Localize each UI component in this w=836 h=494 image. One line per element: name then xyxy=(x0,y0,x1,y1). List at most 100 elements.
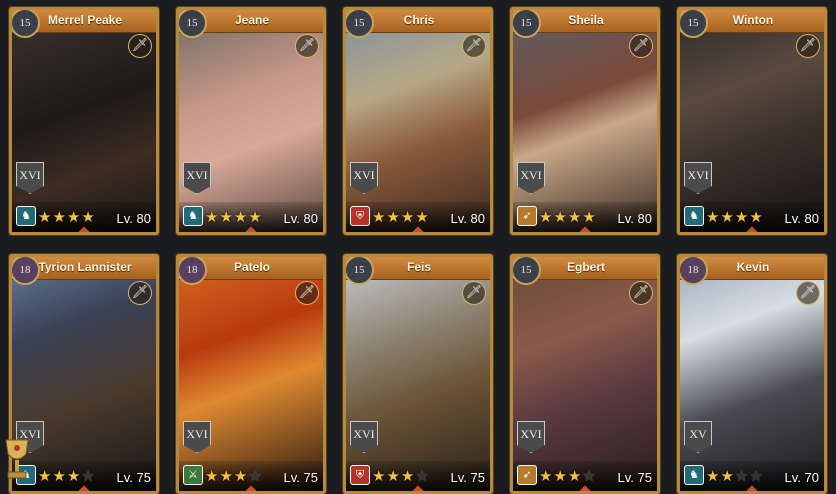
star-filled-icon: ★ xyxy=(706,467,721,485)
star-filled-icon: ★ xyxy=(219,208,234,226)
hero-name: Sheila xyxy=(568,13,604,27)
hero-card[interactable]: Winton 15 🗡 XVI ♞ ★★★★ Lv. 80 xyxy=(677,7,827,235)
star-filled-icon: ★ xyxy=(582,208,597,226)
hero-card[interactable]: Feis 15 🗡 XVI ⛨ ★★★★ Lv. 75 xyxy=(343,254,493,494)
hero-level: Lv. 80 xyxy=(450,211,485,226)
hero-level: Lv. 75 xyxy=(283,470,318,485)
star-level-badge: 15 xyxy=(179,10,207,38)
horse-icon: ♞ xyxy=(16,206,36,226)
star-empty-icon: ★ xyxy=(734,467,750,485)
hero-card[interactable]: Egbert 15 🗡 XVI ➶ ★★★★ Lv. 75 xyxy=(510,254,660,494)
hero-name: Patelo xyxy=(233,260,270,274)
sword-icon[interactable]: 🗡 xyxy=(128,281,152,305)
hero-name: Kevin xyxy=(736,260,770,274)
hero-level: Lv. 80 xyxy=(784,211,819,226)
star-filled-icon: ★ xyxy=(52,208,67,226)
star-filled-icon: ★ xyxy=(38,208,53,226)
star-filled-icon: ★ xyxy=(372,208,387,226)
horse-icon: ♞ xyxy=(183,206,203,226)
star-filled-icon: ★ xyxy=(539,467,554,485)
star-filled-icon: ★ xyxy=(38,467,53,485)
star-filled-icon: ★ xyxy=(567,208,583,226)
star-rating: ★★★★ xyxy=(372,467,430,485)
hero-name: Merrel Peake xyxy=(47,13,123,27)
star-filled-icon: ★ xyxy=(539,208,554,226)
bow-icon: ➶ xyxy=(517,465,537,485)
star-filled-icon: ★ xyxy=(567,467,583,485)
sword-icon[interactable]: 🗡 xyxy=(796,34,820,58)
hero-level: Lv. 80 xyxy=(617,211,652,226)
star-empty-icon: ★ xyxy=(749,467,764,485)
star-filled-icon: ★ xyxy=(749,208,764,226)
star-level-badge: 18 xyxy=(12,257,40,285)
star-empty-icon: ★ xyxy=(582,467,597,485)
hero-card[interactable]: Patelo 18 🗡 XVI ⚔ ★★★★ Lv. 75 xyxy=(176,254,326,494)
star-rating: ★★★★ xyxy=(539,208,597,226)
hero-card[interactable]: Merrel Peake 15 🗡 XVI ♞ ★★★★ Lv. 80 xyxy=(9,7,159,235)
hero-level: Lv. 75 xyxy=(450,470,485,485)
star-level-badge: 15 xyxy=(680,10,708,38)
star-filled-icon: ★ xyxy=(386,467,401,485)
star-filled-icon: ★ xyxy=(66,208,82,226)
sword-icon[interactable]: 🗡 xyxy=(462,281,486,305)
star-filled-icon: ★ xyxy=(400,208,416,226)
horse-icon: ♞ xyxy=(684,465,704,485)
star-rating: ★★★★ xyxy=(38,208,96,226)
star-filled-icon: ★ xyxy=(205,467,220,485)
sword-icon[interactable]: 🗡 xyxy=(462,34,486,58)
hero-grid: Merrel Peake 15 🗡 XVI ♞ ★★★★ Lv. 80 Jean… xyxy=(0,0,836,494)
sword-icon[interactable]: 🗡 xyxy=(295,281,319,305)
hero-level: Lv. 75 xyxy=(617,470,652,485)
hero-name: Tyrion Lannister xyxy=(38,260,132,274)
star-level-badge: 15 xyxy=(513,10,541,38)
hero-name: Egbert xyxy=(566,260,605,274)
star-empty-icon: ★ xyxy=(81,467,96,485)
hero-name: Chris xyxy=(403,13,435,27)
hero-card[interactable]: Sheila 15 🗡 XVI ➶ ★★★★ Lv. 80 xyxy=(510,7,660,235)
horse-icon: ♞ xyxy=(684,206,704,226)
star-filled-icon: ★ xyxy=(415,208,430,226)
sword-icon[interactable]: 🗡 xyxy=(629,34,653,58)
sword-icon[interactable]: 🗡 xyxy=(295,34,319,58)
shield-icon: ⛨ xyxy=(350,206,370,226)
star-filled-icon: ★ xyxy=(553,208,568,226)
sword-icon[interactable]: 🗡 xyxy=(796,281,820,305)
star-rating: ★★★★ xyxy=(205,467,263,485)
hero-card[interactable]: Chris 15 🗡 XVI ⛨ ★★★★ Lv. 80 xyxy=(343,7,493,235)
star-empty-icon: ★ xyxy=(415,467,430,485)
star-rating: ★★★★ xyxy=(205,208,263,226)
star-filled-icon: ★ xyxy=(553,467,568,485)
star-filled-icon: ★ xyxy=(248,208,263,226)
star-filled-icon: ★ xyxy=(734,208,750,226)
star-level-badge: 18 xyxy=(179,257,207,285)
star-filled-icon: ★ xyxy=(720,467,735,485)
star-level-badge: 15 xyxy=(513,257,541,285)
star-filled-icon: ★ xyxy=(205,208,220,226)
star-filled-icon: ★ xyxy=(81,208,96,226)
star-empty-icon: ★ xyxy=(248,467,263,485)
hero-name: Feis xyxy=(406,260,431,274)
star-filled-icon: ★ xyxy=(52,467,67,485)
star-rating: ★★★★ xyxy=(539,467,597,485)
pike-icon: ⚔ xyxy=(183,465,203,485)
star-filled-icon: ★ xyxy=(233,208,249,226)
trophy-icon[interactable] xyxy=(0,434,34,486)
star-filled-icon: ★ xyxy=(66,467,82,485)
star-level-badge: 15 xyxy=(346,10,374,38)
star-filled-icon: ★ xyxy=(720,208,735,226)
bow-icon: ➶ xyxy=(517,206,537,226)
star-rating: ★★★★ xyxy=(706,208,764,226)
hero-level: Lv. 80 xyxy=(283,211,318,226)
hero-name: Jeane xyxy=(234,13,270,27)
star-level-badge: 15 xyxy=(12,10,40,38)
star-filled-icon: ★ xyxy=(233,467,249,485)
star-rating: ★★★★ xyxy=(38,467,96,485)
hero-card[interactable]: Kevin 18 🗡 XV ♞ ★★★★ Lv. 70 xyxy=(677,254,827,494)
star-level-badge: 15 xyxy=(346,257,374,285)
hero-level: Lv. 80 xyxy=(116,211,151,226)
hero-card[interactable]: Jeane 15 🗡 XVI ♞ ★★★★ Lv. 80 xyxy=(176,7,326,235)
star-filled-icon: ★ xyxy=(706,208,721,226)
star-filled-icon: ★ xyxy=(400,467,416,485)
sword-icon[interactable]: 🗡 xyxy=(629,281,653,305)
sword-icon[interactable]: 🗡 xyxy=(128,34,152,58)
